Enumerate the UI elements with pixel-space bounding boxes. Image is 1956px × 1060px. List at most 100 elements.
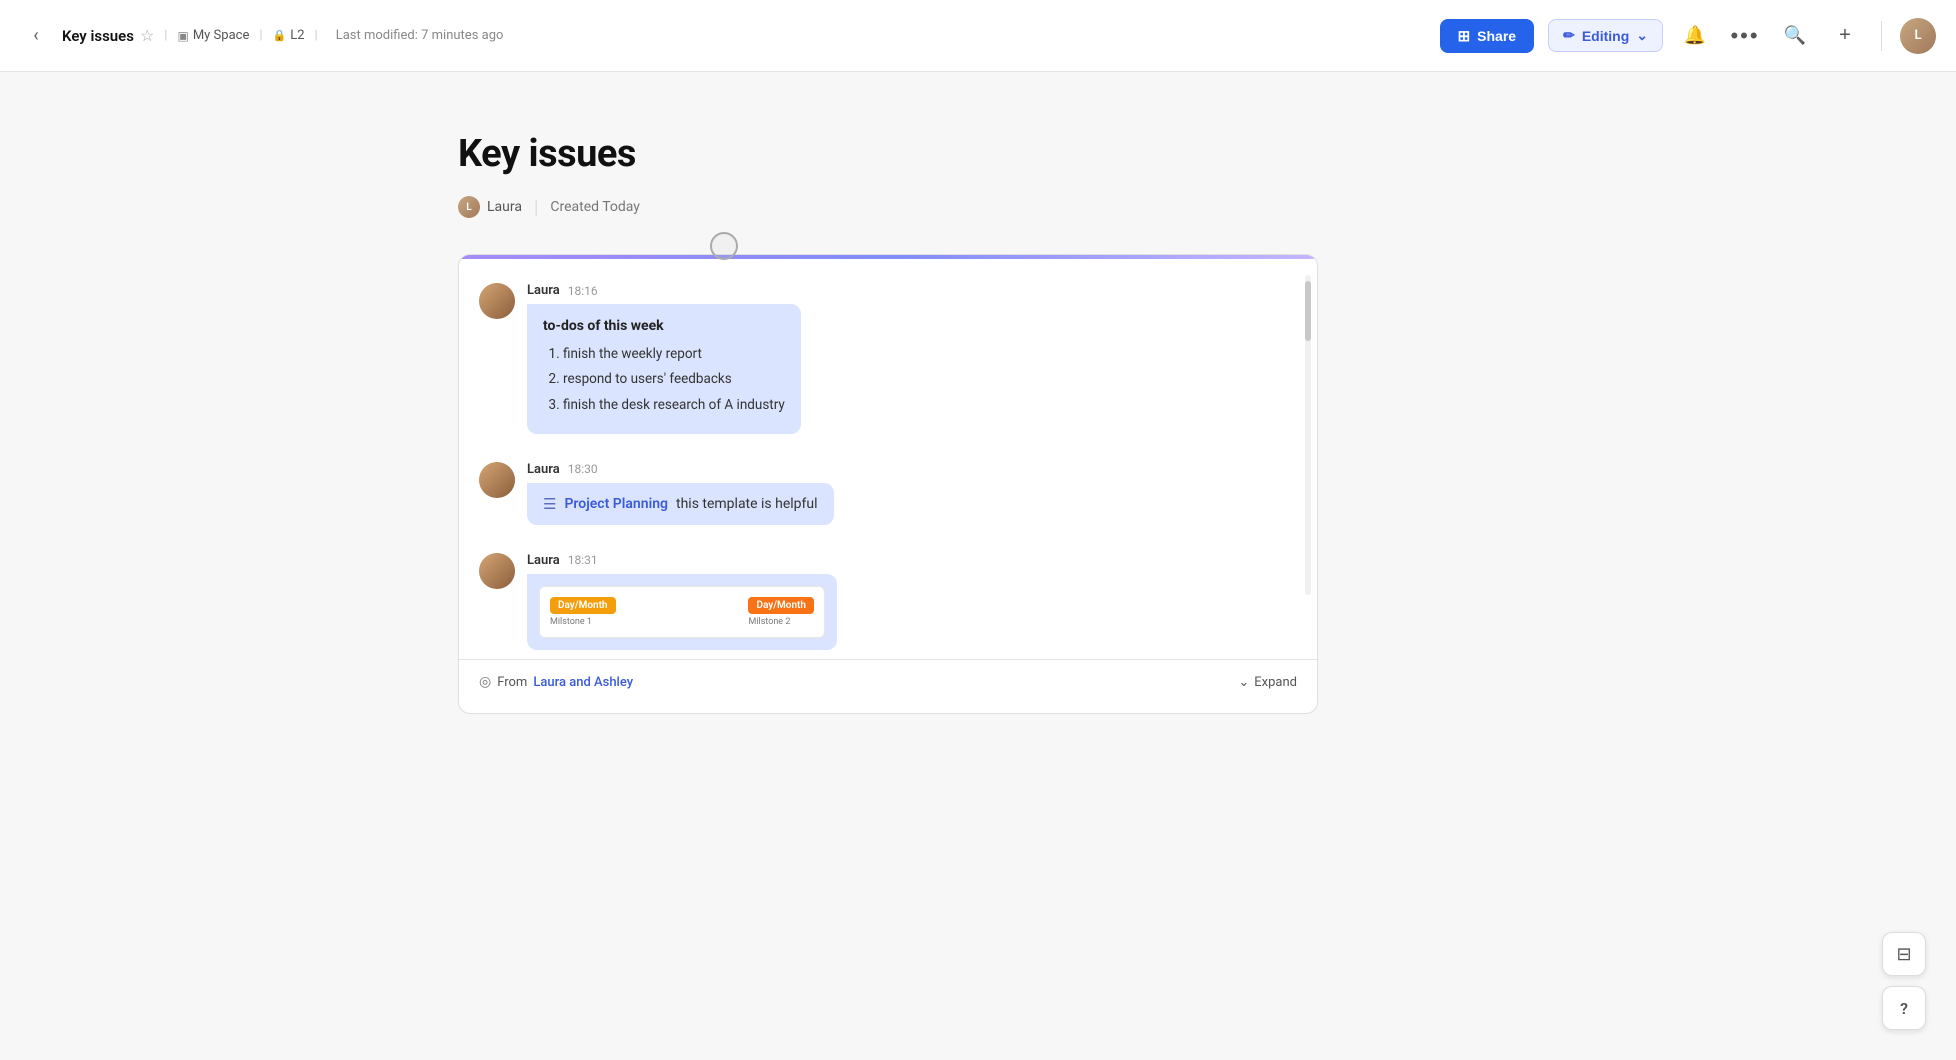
message-time-1: 18:16	[568, 284, 598, 298]
avatar-image: L	[1900, 18, 1936, 54]
breadcrumb-space[interactable]: ▣ My Space	[177, 28, 249, 43]
chat-footer: ◎ From Laura and Ashley ⌄ Expand	[459, 659, 1317, 704]
expand-label: Expand	[1254, 675, 1297, 690]
help-fab-button[interactable]: ?	[1882, 986, 1926, 1030]
last-modified-label: Last modified: 7 minutes ago	[336, 28, 504, 43]
help-icon: ?	[1900, 999, 1908, 1018]
chat-footer-from: ◎ From Laura and Ashley	[479, 674, 633, 690]
add-button[interactable]: +	[1827, 18, 1863, 54]
message-author-1: Laura	[527, 283, 560, 298]
message-header-2: Laura 18:30	[527, 462, 1297, 477]
timeline-chip-2: Day/Month	[748, 597, 814, 614]
topbar-right: ⊞ Share ✏ Editing ⌄ 🔔 ••• 🔍 + L	[1440, 18, 1936, 54]
message-content-2: Laura 18:30 ☰ Project Planning this temp…	[527, 462, 1297, 525]
more-icon: •••	[1730, 23, 1759, 49]
fab-buttons: ⊟ ?	[1882, 932, 1926, 1030]
message-header-1: Laura 18:16	[527, 283, 1297, 298]
timeline-bar: Day/Month Milstone 1 Day/Month Milstone …	[550, 597, 814, 627]
message-text-2: this template is helpful	[676, 496, 818, 512]
project-planning-link[interactable]: Project Planning	[564, 496, 668, 512]
search-icon: 🔍	[1784, 25, 1806, 46]
message-bubble-1: to-dos of this week finish the weekly re…	[527, 304, 801, 434]
message-avatar-3	[479, 553, 515, 589]
from-label: From	[497, 675, 527, 690]
lock-icon: 🔒	[273, 29, 287, 42]
author-name: Laura	[487, 199, 522, 215]
topbar-divider	[1881, 21, 1882, 51]
gradient-header	[459, 255, 1317, 259]
star-icon[interactable]: ☆	[140, 26, 154, 45]
back-button[interactable]: ‹	[20, 20, 52, 52]
topbar: ‹ Key issues ☆ | ▣ My Space | 🔒 L2 | Las…	[0, 0, 1956, 72]
main-content: Key issues L Laura | Created Today Laura…	[378, 72, 1578, 774]
save-icon: ⊟	[1896, 944, 1911, 965]
message-content-1: Laura 18:16 to-dos of this week finish t…	[527, 283, 1297, 434]
expand-icon: ⌄	[1238, 675, 1249, 690]
avatar-image-3	[479, 553, 515, 589]
message-time-3: 18:31	[568, 553, 598, 567]
list-item: finish the weekly report	[563, 344, 785, 364]
breadcrumb-level-label: L2	[290, 28, 304, 43]
message-avatar-2	[479, 462, 515, 498]
share-button[interactable]: ⊞ Share	[1440, 19, 1535, 53]
list-item: finish the desk research of A industry	[563, 395, 785, 415]
more-options-button[interactable]: •••	[1727, 18, 1763, 54]
page-meta-author: L Laura	[458, 196, 522, 218]
timeline-label-2: Milstone 2	[748, 617, 790, 627]
message-avatar-1	[479, 283, 515, 319]
from-people-link[interactable]: Laura and Ashley	[533, 675, 633, 690]
message-time-2: 18:30	[568, 462, 598, 476]
page-title: Key issues	[458, 132, 1498, 176]
avatar-initials: L	[1914, 28, 1921, 43]
chat-message-2: Laura 18:30 ☰ Project Planning this temp…	[479, 462, 1297, 525]
message-bubble-3: Day/Month Milstone 1 Day/Month Milstone …	[527, 574, 837, 650]
breadcrumb-separator-1: |	[164, 28, 167, 43]
message-author-3: Laura	[527, 553, 560, 568]
breadcrumb-separator-2: |	[259, 28, 262, 43]
message-header-3: Laura 18:31	[527, 553, 1297, 568]
editing-label: Editing	[1582, 28, 1629, 44]
bell-icon: 🔔	[1684, 25, 1706, 46]
space-folder-icon: ▣	[177, 29, 188, 43]
breadcrumb: Key issues ☆	[62, 26, 154, 45]
notifications-button[interactable]: 🔔	[1677, 18, 1713, 54]
search-button[interactable]: 🔍	[1777, 18, 1813, 54]
chat-messages-area[interactable]: Laura 18:16 to-dos of this week finish t…	[459, 259, 1317, 659]
list-item: respond to users' feedbacks	[563, 369, 785, 389]
breadcrumb-page-title: Key issues	[62, 27, 134, 45]
breadcrumb-space-label: My Space	[193, 28, 250, 43]
save-fab-button[interactable]: ⊟	[1882, 932, 1926, 976]
scrollbar-thumb	[1305, 281, 1311, 341]
share-icon: ⊞	[1458, 27, 1471, 45]
chat-message-1: Laura 18:16 to-dos of this week finish t…	[479, 283, 1297, 434]
plus-icon: +	[1839, 24, 1851, 47]
timeline-task-1: Day/Month Milstone 1	[550, 597, 616, 627]
avatar[interactable]: L	[1900, 18, 1936, 54]
edit-icon: ✏	[1563, 27, 1575, 44]
editing-button[interactable]: ✏ Editing ⌄	[1548, 19, 1663, 52]
created-label: Created Today	[550, 199, 640, 215]
chat-from-icon: ◎	[479, 674, 491, 690]
topbar-left: ‹ Key issues ☆ | ▣ My Space | 🔒 L2 | Las…	[20, 20, 1440, 52]
share-label: Share	[1477, 28, 1516, 44]
breadcrumb-separator-3: |	[315, 28, 318, 43]
timeline-chip-1: Day/Month	[550, 597, 616, 614]
breadcrumb-level: 🔒 L2	[273, 28, 305, 43]
meta-separator: |	[534, 197, 538, 218]
chat-container: Laura 18:16 to-dos of this week finish t…	[458, 254, 1318, 714]
timeline-inner: Day/Month Milstone 1 Day/Month Milstone …	[539, 586, 825, 638]
scrollbar[interactable]	[1305, 275, 1311, 595]
message-content-3: Laura 18:31 Day/Month Milstone 1	[527, 553, 1297, 650]
document-icon: ☰	[543, 495, 556, 513]
timeline-task-2: Day/Month Milstone 2	[748, 597, 814, 627]
editing-dropdown-icon: ⌄	[1636, 27, 1648, 44]
page-meta: L Laura | Created Today	[458, 196, 1498, 218]
avatar-image-2	[479, 462, 515, 498]
timeline-label-1: Milstone 1	[550, 617, 592, 627]
expand-button[interactable]: ⌄ Expand	[1238, 675, 1297, 690]
message-author-2: Laura	[527, 462, 560, 477]
bubble-title-1: to-dos of this week	[543, 318, 785, 334]
message-list-1: finish the weekly report respond to user…	[543, 344, 785, 415]
avatar-image-1	[479, 283, 515, 319]
message-bubble-2: ☰ Project Planning this template is help…	[527, 483, 834, 525]
